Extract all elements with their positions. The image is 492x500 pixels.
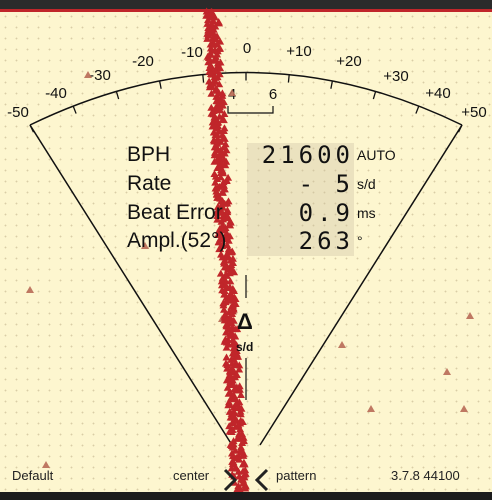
scale-tick [115,91,120,100]
subscale-bracket [227,106,274,114]
beat-error-label: Beat Error [127,201,223,224]
scale-label-minus10: -10 [181,44,203,61]
scale-label-plus20: +20 [336,53,361,70]
scatter-marker [367,405,375,412]
scale-label-minus50: -50 [7,104,29,121]
amplitude-value: 263 [298,227,354,255]
scatter-marker [466,312,474,319]
scale-label-minus20: -20 [132,53,154,70]
scale-tick [72,105,77,114]
chevron-left-icon[interactable] [254,468,269,492]
bph-value: 21600 [261,141,354,169]
scatter-markers [26,71,474,468]
scatter-marker [338,341,346,348]
scatter-marker [460,405,468,412]
scale-label-minus30: -30 [89,67,111,84]
amplitude-label: Ampl.(52°) [127,229,227,252]
scale-label-zero: 0 [243,40,251,57]
scale-label-plus30: +30 [383,68,408,85]
scale-tick [330,80,334,89]
amplitude-unit: ° [357,233,363,249]
delta-unit: s/d [236,340,254,354]
rate-unit: s/d [357,176,376,192]
version-label: 3.7.8 44100 [391,468,460,483]
bph-label: BPH [127,143,171,166]
beat-error-value: 0.9 [298,199,354,227]
rate-value: - 5 [298,170,354,198]
scale-label-plus50: +50 [461,104,486,121]
delta-icon[interactable]: Δ [237,309,253,335]
scale-label-plus40: +40 [425,85,450,102]
scale-tick [372,91,377,100]
scatter-marker [42,461,50,468]
center-button[interactable]: center [173,468,209,483]
bph-unit[interactable]: AUTO [357,143,396,167]
scale-tick [415,105,420,114]
profile-label[interactable]: Default [12,468,53,483]
subscale-label-6: 6 [269,86,277,103]
scale-tick [287,74,290,83]
timegrapher-screen: -50 -40 -30 -20 -10 0 +10 +20 +30 +40 +5… [0,0,492,500]
scale-label-minus40: -40 [45,85,67,102]
bottom-bar [0,492,492,500]
scale-label-plus10: +10 [286,43,311,60]
pattern-button[interactable]: pattern [276,468,316,483]
scatter-marker [443,368,451,375]
rate-label: Rate [127,172,172,195]
beat-error-unit: ms [357,205,376,221]
scale-tick [158,80,162,89]
scatter-marker [26,286,34,293]
scale-tick [202,74,205,83]
